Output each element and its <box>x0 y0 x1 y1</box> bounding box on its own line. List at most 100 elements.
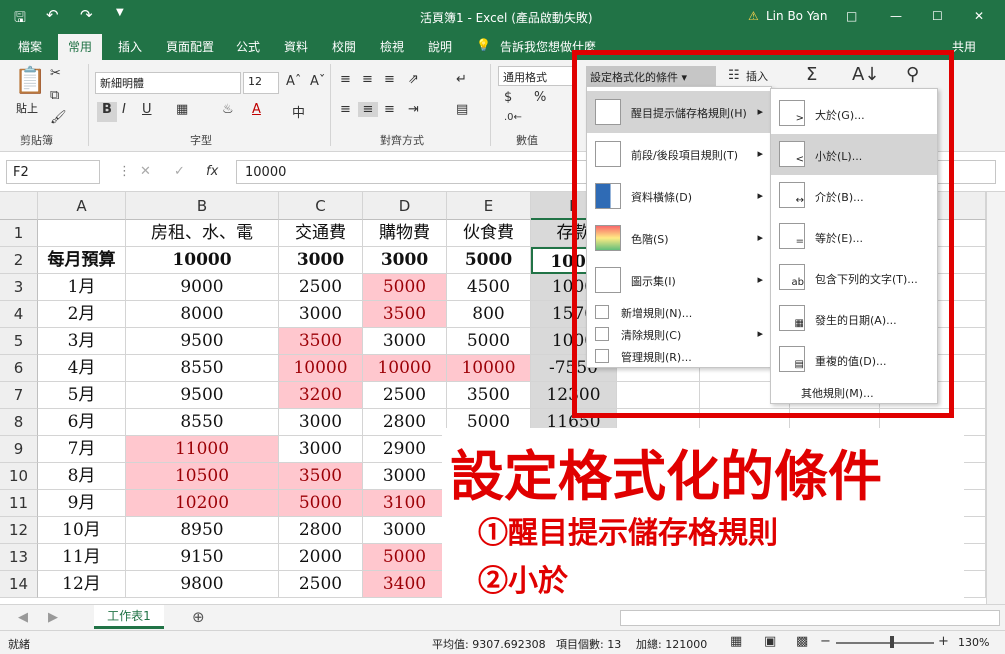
cell-B9[interactable]: 11000 <box>126 436 279 463</box>
paste-label[interactable]: 貼上 <box>16 100 38 116</box>
cell-B14[interactable]: 9800 <box>126 571 279 598</box>
next-sheet-icon[interactable]: ▶ <box>48 610 58 625</box>
sheet-tab[interactable]: 工作表1 <box>94 605 164 629</box>
orientation-icon[interactable]: ⇗ <box>408 72 419 87</box>
add-sheet-icon[interactable]: ⊕ <box>192 608 205 626</box>
cancel-icon[interactable]: ✕ <box>140 164 151 179</box>
cell-B1[interactable]: 房租、水、電 <box>126 220 279 247</box>
cell-A14[interactable]: 12月 <box>38 571 126 598</box>
row-header[interactable]: 14 <box>0 571 38 598</box>
increase-decimal-icon[interactable]: .0← <box>504 112 522 123</box>
row-header[interactable]: 9 <box>0 436 38 463</box>
column-header[interactable]: A <box>38 192 126 220</box>
row-header[interactable]: 5 <box>0 328 38 355</box>
column-header[interactable]: B <box>126 192 279 220</box>
tab-page-layout[interactable]: 頁面配置 <box>166 38 214 55</box>
cell-E1[interactable]: 伙食費 <box>447 220 531 247</box>
share-button[interactable]: 共用 <box>952 38 976 55</box>
row-header[interactable]: 1 <box>0 220 38 247</box>
cell-D5[interactable]: 3000 <box>363 328 447 355</box>
cell-D4[interactable]: 3500 <box>363 301 447 328</box>
italic-button[interactable]: I <box>122 102 126 117</box>
cell-A1[interactable] <box>38 220 126 247</box>
zoom-in-icon[interactable]: + <box>938 634 949 649</box>
enter-icon[interactable]: ✓ <box>174 164 185 179</box>
align-middle-icon[interactable]: ≡ <box>362 72 373 87</box>
row-header[interactable]: 4 <box>0 301 38 328</box>
cell-D3[interactable]: 5000 <box>363 274 447 301</box>
cell-C14[interactable]: 2500 <box>279 571 363 598</box>
row-header[interactable]: 12 <box>0 517 38 544</box>
cell-D10[interactable]: 3000 <box>363 463 447 490</box>
cell-B10[interactable]: 10500 <box>126 463 279 490</box>
row-header[interactable]: 2 <box>0 247 38 274</box>
cell-C7[interactable]: 3200 <box>279 382 363 409</box>
cell-C9[interactable]: 3000 <box>279 436 363 463</box>
bold-button[interactable]: B <box>97 102 117 122</box>
cell-A11[interactable]: 9月 <box>38 490 126 517</box>
percent-icon[interactable]: % <box>534 90 546 105</box>
zoom-slider[interactable] <box>836 642 934 644</box>
cell-D8[interactable]: 2800 <box>363 409 447 436</box>
cell-A7[interactable]: 5月 <box>38 382 126 409</box>
cell-A5[interactable]: 3月 <box>38 328 126 355</box>
zoom-out-icon[interactable]: − <box>820 634 831 649</box>
row-header[interactable]: 6 <box>0 355 38 382</box>
name-box[interactable]: F2 <box>6 160 100 184</box>
tab-home[interactable]: 常用 <box>58 34 103 60</box>
underline-button[interactable]: U <box>142 102 152 117</box>
cell-A9[interactable]: 7月 <box>38 436 126 463</box>
cell-B6[interactable]: 8550 <box>126 355 279 382</box>
cell-C1[interactable]: 交通費 <box>279 220 363 247</box>
cell-B11[interactable]: 10200 <box>126 490 279 517</box>
tab-data[interactable]: 資料 <box>284 38 308 55</box>
cell-D11[interactable]: 3100 <box>363 490 447 517</box>
page-break-view-icon[interactable]: ▩ <box>796 634 808 649</box>
cell-C8[interactable]: 3000 <box>279 409 363 436</box>
cell-C5[interactable]: 3500 <box>279 328 363 355</box>
copy-icon[interactable]: ⧉ <box>50 88 59 103</box>
undo-icon[interactable]: ↶ <box>46 6 59 24</box>
column-header[interactable]: E <box>447 192 531 220</box>
font-name-select[interactable]: 新細明體 <box>95 72 241 94</box>
select-all-corner[interactable] <box>0 192 38 220</box>
row-header[interactable]: 10 <box>0 463 38 490</box>
cell-D13[interactable]: 5000 <box>363 544 447 571</box>
redo-icon[interactable]: ↷ <box>80 6 93 24</box>
cell-C12[interactable]: 2800 <box>279 517 363 544</box>
cell-B5[interactable]: 9500 <box>126 328 279 355</box>
cell-B12[interactable]: 8950 <box>126 517 279 544</box>
cell-B13[interactable]: 9150 <box>126 544 279 571</box>
zoom-slider-thumb[interactable] <box>890 636 894 648</box>
cell-C3[interactable]: 2500 <box>279 274 363 301</box>
ribbon-display-icon[interactable]: □ <box>846 9 857 23</box>
cell-D9[interactable]: 2900 <box>363 436 447 463</box>
cell-E6[interactable]: 10000 <box>447 355 531 382</box>
insert-function-icon[interactable]: fx <box>206 164 218 179</box>
align-right-icon[interactable]: ≡ <box>384 102 395 117</box>
align-top-icon[interactable]: ≡ <box>340 72 351 87</box>
cell-C11[interactable]: 5000 <box>279 490 363 517</box>
cell-E4[interactable]: 800 <box>447 301 531 328</box>
row-header[interactable]: 8 <box>0 409 38 436</box>
tab-view[interactable]: 檢視 <box>380 38 404 55</box>
cell-D12[interactable]: 3000 <box>363 517 447 544</box>
fill-color-icon[interactable]: ♨ <box>222 102 234 117</box>
paste-icon[interactable]: 📋 <box>14 66 46 96</box>
save-icon[interactable]: 🖫 <box>14 7 26 31</box>
user-name[interactable]: Lin Bo Yan <box>766 9 827 23</box>
cell-E2[interactable]: 5000 <box>447 247 531 274</box>
cell-B2[interactable]: 10000 <box>126 247 279 274</box>
merge-center-icon[interactable]: ▤ <box>456 102 468 117</box>
tab-help[interactable]: 說明 <box>428 38 452 55</box>
cell-A10[interactable]: 8月 <box>38 463 126 490</box>
font-size-select[interactable]: 12 <box>243 72 279 94</box>
format-painter-icon[interactable]: 🖌 <box>50 110 67 125</box>
vertical-scrollbar[interactable] <box>986 192 1005 604</box>
cell-C13[interactable]: 2000 <box>279 544 363 571</box>
cell-D14[interactable]: 3400 <box>363 571 447 598</box>
cell-A8[interactable]: 6月 <box>38 409 126 436</box>
column-header[interactable]: C <box>279 192 363 220</box>
cell-C10[interactable]: 3500 <box>279 463 363 490</box>
cell-B7[interactable]: 9500 <box>126 382 279 409</box>
